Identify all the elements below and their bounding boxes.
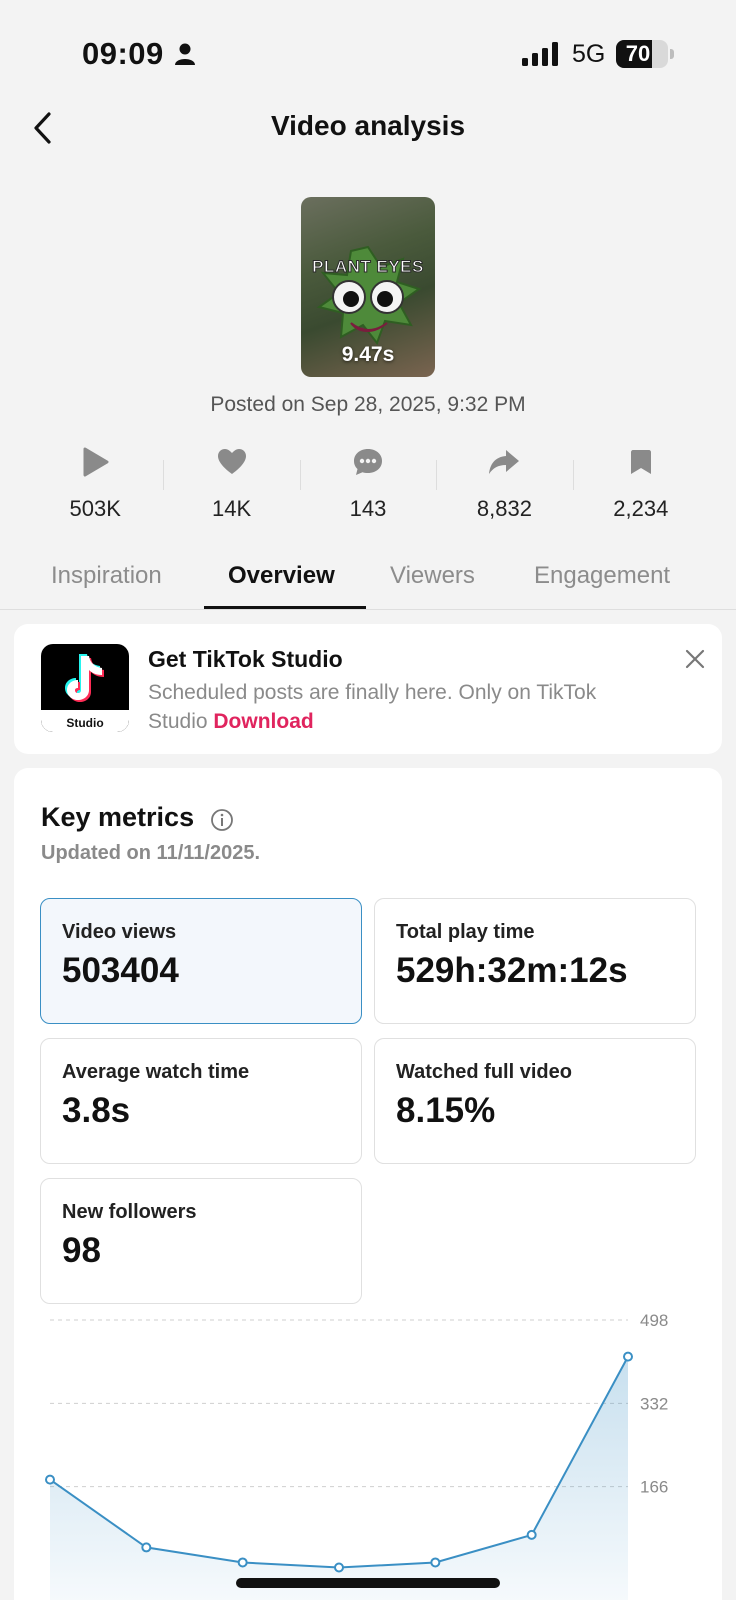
download-link[interactable]: Download [213,710,313,733]
stat-value: 503K [69,496,121,521]
close-button[interactable] [678,642,712,676]
chart-data-point[interactable] [430,1557,441,1568]
stat-value: 143 [349,496,387,521]
thumbnail-caption: PLANT EYES [312,257,424,277]
promo-title: Get TikTok Studio [148,646,343,672]
plant-image [316,245,422,346]
metric-label: Video views [62,921,177,943]
metric-label: Average watch time [62,1061,250,1083]
play-icon [83,447,109,477]
updated-date: Updated on 11/11/2025. [41,842,260,864]
stat-likes: 14K [163,440,299,530]
page-title: Video analysis [270,110,466,141]
y-tick-label: 166 [640,1478,668,1497]
tab-viewers[interactable]: Viewers [390,562,475,590]
video-duration: 9.47s [341,343,395,366]
stat-comments: 143 [299,440,436,530]
comment-icon [354,449,383,475]
studio-promo-card: Studio Get TikTok Studio Scheduled posts… [14,624,722,754]
active-tab-indicator [204,606,366,609]
metric-value: 98 [62,1231,101,1270]
video-thumbnail[interactable]: PLANT EYES 9.47s [301,197,435,377]
y-tick-label: 498 [640,1311,668,1330]
tab-inspiration[interactable]: Inspiration [51,562,162,590]
y-tick-label: 332 [640,1394,668,1413]
chart-data-point[interactable] [237,1557,248,1568]
promo-text: Scheduled posts are finally here. Only o… [148,678,648,736]
key-metrics-title: Key metrics [41,802,195,832]
metric-average-watch-time[interactable]: Average watch time 3.8s [40,1038,362,1164]
close-icon [685,649,705,669]
metric-video-views[interactable]: Video views 503404 [40,898,362,1024]
stat-views: 503K [27,440,163,530]
status-time: 09:09 [82,36,164,71]
stat-value: 8,832 [476,496,532,521]
metric-value: 503404 [62,951,179,990]
metric-watched-full-video[interactable]: Watched full video 8.15% [374,1038,696,1164]
info-icon[interactable] [210,808,234,832]
posted-date: Posted on Sep 28, 2025, 9:32 PM [210,393,526,416]
home-indicator [236,1578,500,1588]
metric-total-play-time[interactable]: Total play time 529h:32m:12s [374,898,696,1024]
stat-value: 14K [212,496,252,521]
stat-shares: 8,832 [436,440,572,530]
tab-engagement[interactable]: Engagement [534,562,670,590]
metric-value: 8.15% [396,1091,496,1130]
chart-data-point[interactable] [526,1529,537,1540]
metric-label: Total play time [396,921,535,943]
chart-data-point[interactable] [45,1474,55,1485]
status-bar: 09:09 5G 70 [0,0,736,100]
share-icon [489,450,520,474]
signal-icon [522,42,558,66]
stat-value: 2,234 [613,496,669,521]
views-chart[interactable]: 498 332 166 [14,1308,722,1600]
tab-overview[interactable]: Overview [228,562,335,590]
metric-new-followers[interactable]: New followers 98 [40,1178,362,1304]
chart-data-point[interactable] [334,1562,344,1573]
person-icon [175,43,195,65]
stat-saves: 2,234 [572,440,709,530]
heart-icon [217,449,246,474]
metric-value: 529h:32m:12s [396,951,628,990]
tiktok-studio-logo: Studio [41,644,129,732]
chart-data-point[interactable] [623,1351,633,1362]
logo-label: Studio [66,716,104,730]
battery-icon: 70 [616,40,674,68]
stats-row: 503K 14K 143 8,832 2,234 [27,440,709,530]
metric-value: 3.8s [62,1091,131,1130]
chart-data-point[interactable] [141,1542,152,1553]
key-metrics-card: Key metrics Updated on 11/11/2025. Video… [14,768,722,1600]
metric-label: New followers [62,1201,197,1223]
battery-level: 70 [625,41,651,66]
metric-label: Watched full video [396,1061,572,1083]
tab-bar: Inspiration Overview Viewers Engagement [0,552,736,610]
network-label: 5G [572,40,606,68]
bookmark-icon [630,450,651,474]
